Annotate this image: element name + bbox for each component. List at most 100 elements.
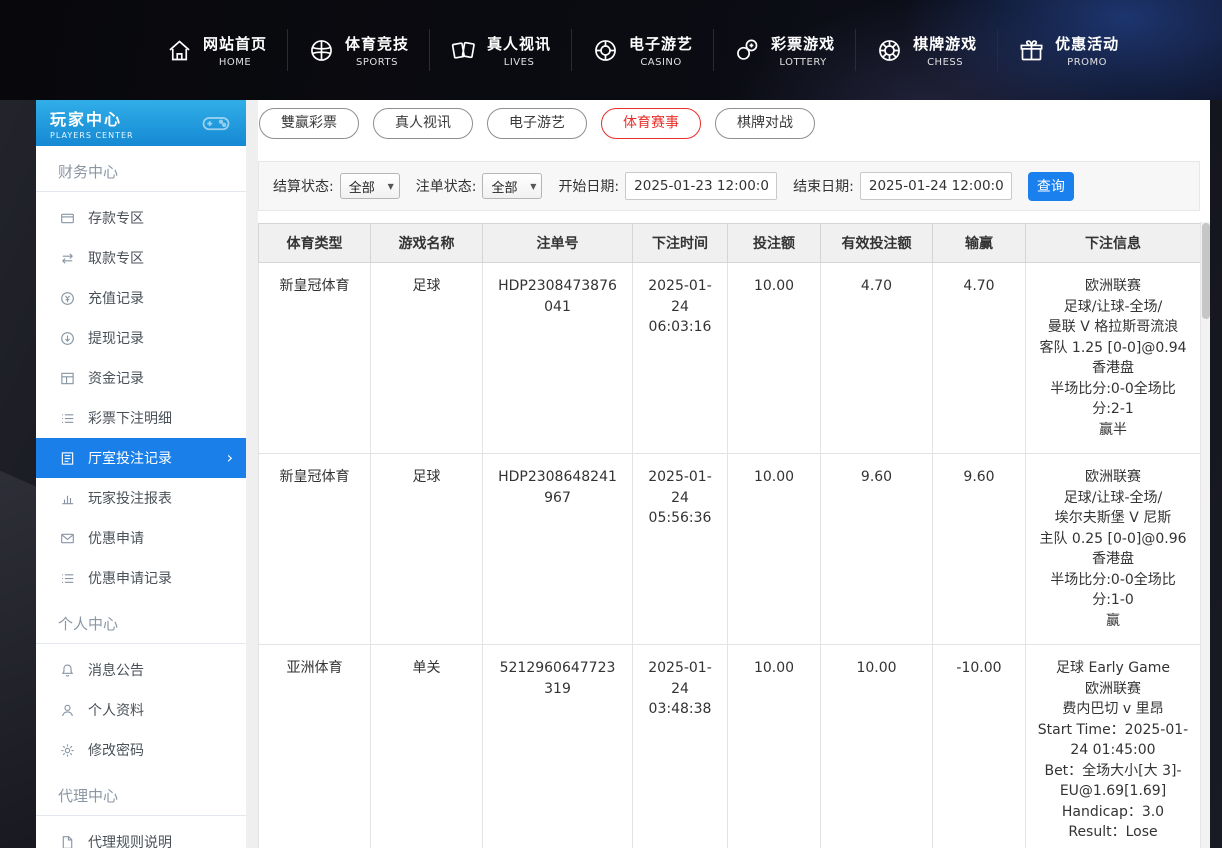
col-valid-amount: 有效投注额: [821, 224, 933, 263]
section-title-finance: 财务中心: [36, 146, 246, 192]
sidebar-item-label: 优惠申请: [88, 528, 144, 548]
sidebar-item-hall-bet-record[interactable]: 厅室投注记录 ›: [36, 438, 246, 478]
sidebar-item-withdraw[interactable]: 取款专区: [36, 238, 246, 278]
nav-item-home[interactable]: 网站首页 HOME: [146, 33, 287, 68]
nav-item-lottery[interactable]: 彩票游戏 LOTTERY: [714, 33, 855, 68]
nav-label: 体育竞技: [345, 33, 409, 54]
nav-label: 彩票游戏: [771, 33, 835, 54]
cell-order-no: HDP2308648241967: [483, 454, 633, 645]
cell-bet-amount: 10.00: [728, 454, 821, 645]
sidebar-item-promo-apply[interactable]: 优惠申请: [36, 518, 246, 558]
start-date-input[interactable]: [625, 172, 777, 200]
cell-bet-info: 足球 Early Game 欧洲联赛 费内巴切 v 里昂 Start Time：…: [1026, 645, 1201, 848]
sidebar-item-profile[interactable]: 个人资料: [36, 690, 246, 730]
bet-records-table: 体育类型 游戏名称 注单号 下注时间 投注额 有效投注额 输赢 下注信息 新皇冠…: [258, 223, 1201, 848]
sidebar-item-label: 存款专区: [88, 208, 144, 228]
promo-icon: [1018, 37, 1045, 64]
sidebar-item-lottery-bet-detail[interactable]: 彩票下注明细: [36, 398, 246, 438]
col-bet-time: 下注时间: [633, 224, 728, 263]
cell-win-loss: 4.70: [933, 263, 1026, 454]
order-status-value: 全部: [491, 177, 517, 196]
start-date-label: 开始日期:: [558, 176, 619, 196]
sidebar-title: 玩家中心: [50, 106, 134, 130]
gear-icon: [60, 743, 75, 758]
hall-bet-record-icon: [60, 451, 75, 466]
cell-game-name: 足球: [371, 263, 483, 454]
tab-live-video[interactable]: 真人视讯: [373, 108, 473, 139]
table-header-row: 体育类型 游戏名称 注单号 下注时间 投注额 有效投注额 输赢 下注信息: [259, 224, 1201, 263]
sidebar-item-cashout-record[interactable]: 提现记录: [36, 318, 246, 358]
doc-icon: [60, 835, 75, 848]
sidebar-item-label: 资金记录: [88, 368, 144, 388]
nav-item-promo[interactable]: 优惠活动 PROMO: [998, 33, 1139, 68]
page-background: 网站首页 HOME 体育竞技 SPORTS 真人视讯 LIVES 电子游艺: [0, 0, 1222, 848]
settle-status-select[interactable]: 全部 ▼: [340, 173, 400, 199]
chess-icon: [876, 37, 903, 64]
category-tabs: 雙赢彩票 真人视讯 电子游艺 体育赛事 棋牌对战: [258, 100, 1210, 139]
nav-item-casino[interactable]: 电子游艺 CASINO: [572, 33, 713, 68]
col-bet-info: 下注信息: [1026, 224, 1201, 263]
sidebar-item-label: 取款专区: [88, 248, 144, 268]
tab-double-win-lottery[interactable]: 雙赢彩票: [259, 108, 359, 139]
nav-sublabel: CHESS: [927, 57, 963, 68]
cell-bet-amount: 10.00: [728, 645, 821, 848]
search-button[interactable]: 查询: [1028, 172, 1074, 201]
sidebar-item-label: 个人资料: [88, 700, 144, 720]
nav-sublabel: SPORTS: [356, 57, 398, 68]
sidebar-subtitle: PLAYERS CENTER: [50, 131, 134, 140]
vertical-scrollbar[interactable]: [1200, 222, 1210, 848]
cell-order-no: 5212960647723319: [483, 645, 633, 848]
scrollbar-thumb[interactable]: [1202, 223, 1210, 319]
cell-valid-amount: 4.70: [821, 263, 933, 454]
table-row: 亚洲体育 单关 5212960647723319 2025-01-24 03:4…: [259, 645, 1201, 848]
lives-icon: [450, 37, 477, 64]
sidebar-item-change-password[interactable]: 修改密码: [36, 730, 246, 770]
tab-sports[interactable]: 体育赛事: [601, 108, 701, 139]
tab-electronic-games[interactable]: 电子游艺: [487, 108, 587, 139]
person-icon: [60, 703, 75, 718]
nav-item-sports[interactable]: 体育竞技 SPORTS: [288, 33, 429, 68]
order-status-select[interactable]: 全部 ▼: [482, 173, 542, 199]
nav-label: 真人视讯: [487, 33, 551, 54]
cell-bet-info: 欧洲联赛 足球/让球-全场/ 埃尔夫斯堡 V 尼斯 主队 0.25 [0-0]@…: [1026, 454, 1201, 645]
col-order-no: 注单号: [483, 224, 633, 263]
table-row: 新皇冠体育 足球 HDP2308648241967 2025-01-24 05:…: [259, 454, 1201, 645]
chevron-down-icon: ▼: [530, 182, 536, 191]
chevron-right-icon: ›: [227, 450, 233, 466]
gamepad-icon: [198, 108, 234, 138]
tab-board-games[interactable]: 棋牌对战: [715, 108, 815, 139]
funds-record-icon: [60, 371, 75, 386]
sidebar-item-label: 厅室投注记录: [88, 448, 172, 468]
settle-status-value: 全部: [349, 177, 375, 196]
nav-label: 网站首页: [203, 33, 267, 54]
sidebar-item-label: 优惠申请记录: [88, 568, 172, 588]
end-date-input[interactable]: [860, 172, 1012, 200]
sidebar: 玩家中心 PLAYERS CENTER 财务中心 存款专区 取款专区 充值记录 …: [36, 100, 246, 848]
recharge-record-icon: [60, 291, 75, 306]
cell-order-no: HDP2308473876041: [483, 263, 633, 454]
nav-item-chess[interactable]: 棋牌游戏 CHESS: [856, 33, 997, 68]
nav-label: 棋牌游戏: [913, 33, 977, 54]
sidebar-item-player-bet-report[interactable]: 玩家投注报表: [36, 478, 246, 518]
top-navigation: 网站首页 HOME 体育竞技 SPORTS 真人视讯 LIVES 电子游艺: [0, 0, 1222, 100]
sidebar-item-deposit[interactable]: 存款专区: [36, 198, 246, 238]
nav-label: 电子游艺: [629, 33, 693, 54]
cell-sport-type: 亚洲体育: [259, 645, 371, 848]
cell-valid-amount: 10.00: [821, 645, 933, 848]
sidebar-item-label: 提现记录: [88, 328, 144, 348]
settle-status-label: 结算状态:: [273, 176, 334, 196]
nav-item-lives[interactable]: 真人视讯 LIVES: [430, 33, 571, 68]
col-sport-type: 体育类型: [259, 224, 371, 263]
cell-bet-amount: 10.00: [728, 263, 821, 454]
nav-label: 优惠活动: [1055, 33, 1119, 54]
order-status-label: 注单状态:: [416, 176, 477, 196]
sidebar-item-label: 充值记录: [88, 288, 144, 308]
section-title-agent: 代理中心: [36, 770, 246, 816]
sidebar-item-promo-apply-record[interactable]: 优惠申请记录: [36, 558, 246, 598]
sidebar-item-agent-rules[interactable]: 代理规则说明: [36, 822, 246, 848]
col-game-name: 游戏名称: [371, 224, 483, 263]
main-content: 雙赢彩票 真人视讯 电子游艺 体育赛事 棋牌对战 结算状态: 全部 ▼ 注单状态…: [258, 100, 1210, 848]
sidebar-item-announcements[interactable]: 消息公告: [36, 650, 246, 690]
sidebar-item-recharge-record[interactable]: 充值记录: [36, 278, 246, 318]
sidebar-item-funds-record[interactable]: 资金记录: [36, 358, 246, 398]
